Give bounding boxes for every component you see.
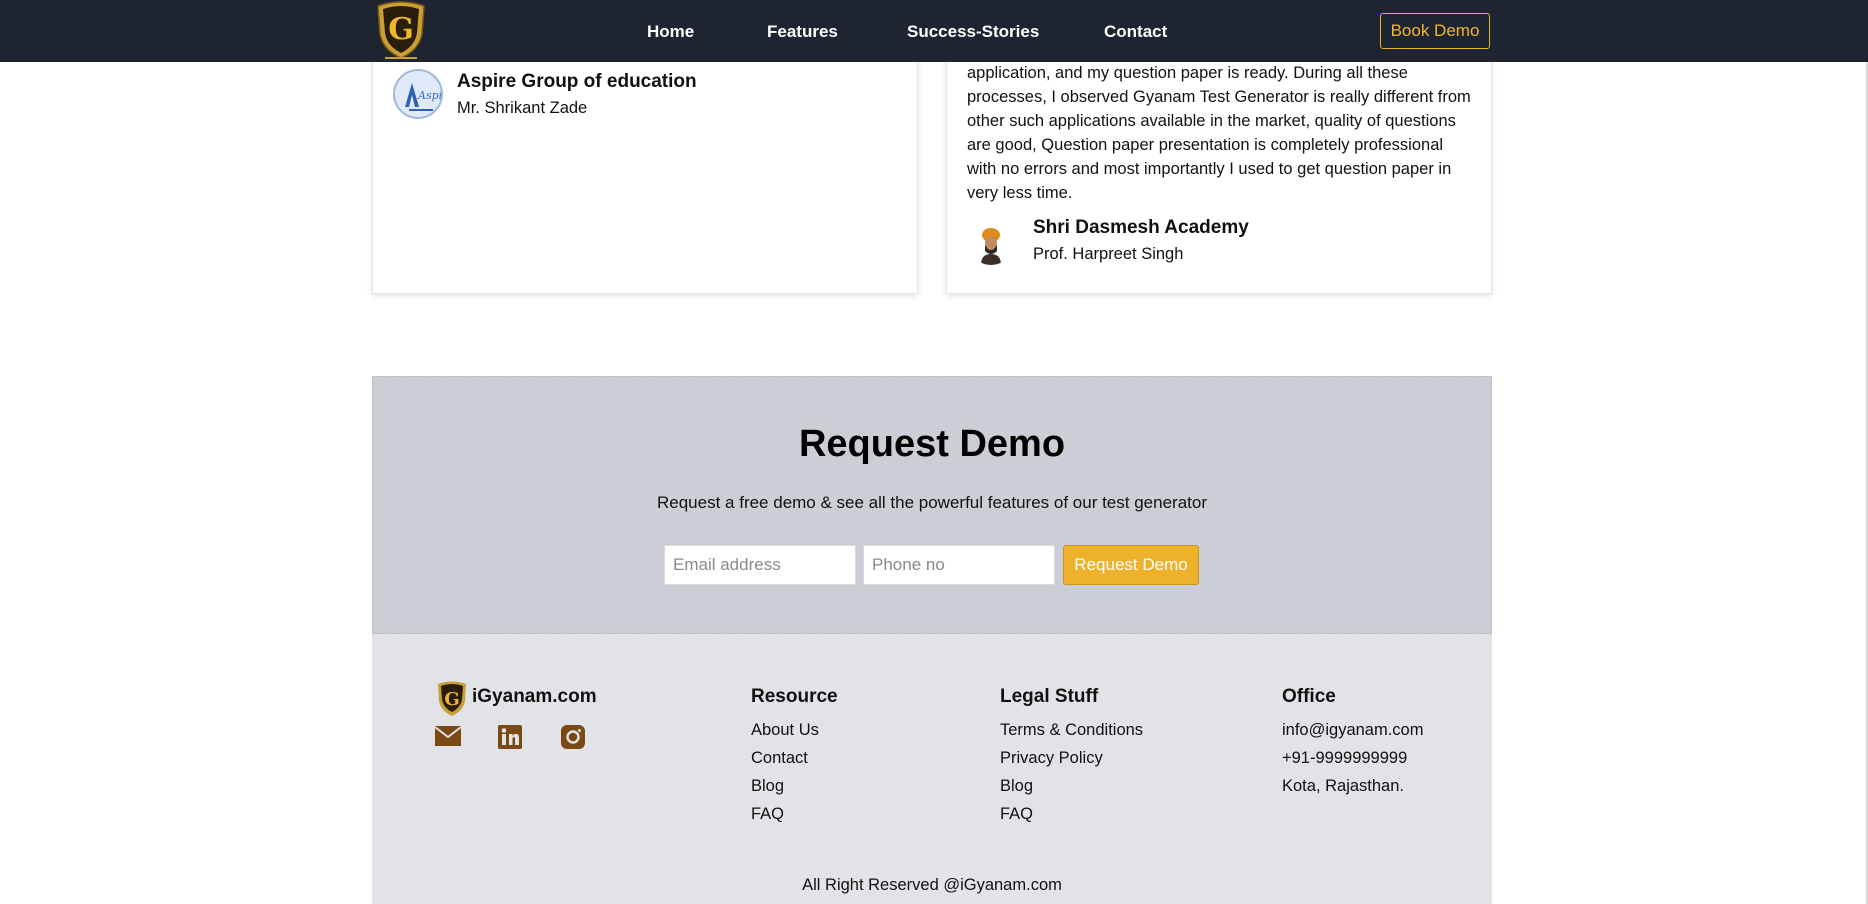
book-demo-button[interactable]: Book Demo [1380,13,1490,49]
footer-about-us-link[interactable]: About Us [751,721,819,740]
request-demo-button[interactable]: Request Demo [1063,545,1199,585]
footer-blog-link[interactable]: Blog [751,777,784,796]
email-input[interactable] [664,545,856,585]
footer-terms-link[interactable]: Terms & Conditions [1000,721,1143,740]
testimonial-person-name: Mr. Shrikant Zade [457,99,588,117]
footer-contact-link[interactable]: Contact [751,749,808,768]
request-demo-title: Request Demo [798,423,1066,465]
instagram-icon[interactable] [560,724,590,752]
testimonial-org-name: Aspire Group of education [457,71,697,92]
footer-office-title: Office [1282,686,1336,707]
harpreet-singh-avatar [969,221,1013,265]
svg-text:Aspire: Aspire [417,89,443,102]
testimonial-card-dasmesh: application, and my question paper is re… [946,40,1492,294]
footer-privacy-link[interactable]: Privacy Policy [1000,749,1103,768]
footer-resource-title: Resource [751,686,838,707]
footer-copyright: All Right Reserved @iGyanam.com [802,876,1062,894]
footer-logo: G [436,680,468,718]
svg-text:G: G [444,689,459,710]
footer-faq-link[interactable]: FAQ [751,805,784,824]
linkedin-icon[interactable] [497,724,527,752]
svg-text:G: G [388,12,414,47]
footer-legal-faq-link[interactable]: FAQ [1000,805,1033,824]
testimonial-quote: application, and my question paper is re… [967,64,1471,202]
nav-success-stories-link[interactable]: Success-Stories [907,22,1039,42]
aspire-logo-avatar: Aspire [393,69,443,119]
footer-office-phone: +91-9999999999 [1282,749,1408,767]
footer-brand-name: iGyanam.com [472,686,597,707]
top-navbar: G Home Features Success-Stories Contact … [0,0,1868,62]
footer-legal-blog-link[interactable]: Blog [1000,777,1033,796]
request-demo-section: Request Demo Request a free demo & see a… [372,376,1492,634]
nav-features-link[interactable]: Features [767,22,838,42]
nav-home-link[interactable]: Home [647,22,694,42]
footer-legal-title: Legal Stuff [1000,686,1099,707]
footer-office-address: Kota, Rajasthan. [1282,777,1404,795]
testimonial-card-aspire: Aspire Aspire Group of education Mr. Shr… [372,40,918,294]
mail-icon[interactable] [434,724,464,752]
testimonial-org-name: Shri Dasmesh Academy [1033,217,1249,238]
phone-input[interactable] [863,545,1055,585]
testimonial-person-name: Prof. Harpreet Singh [1033,245,1184,263]
footer-office-email: info@igyanam.com [1282,721,1424,739]
nav-contact-link[interactable]: Contact [1104,22,1167,42]
gyanam-logo[interactable]: G [375,0,427,62]
footer: G iGyanam.com Resource About Us Contact … [372,634,1492,904]
request-demo-subtitle: Request a free demo & see all the powerf… [657,493,1207,512]
